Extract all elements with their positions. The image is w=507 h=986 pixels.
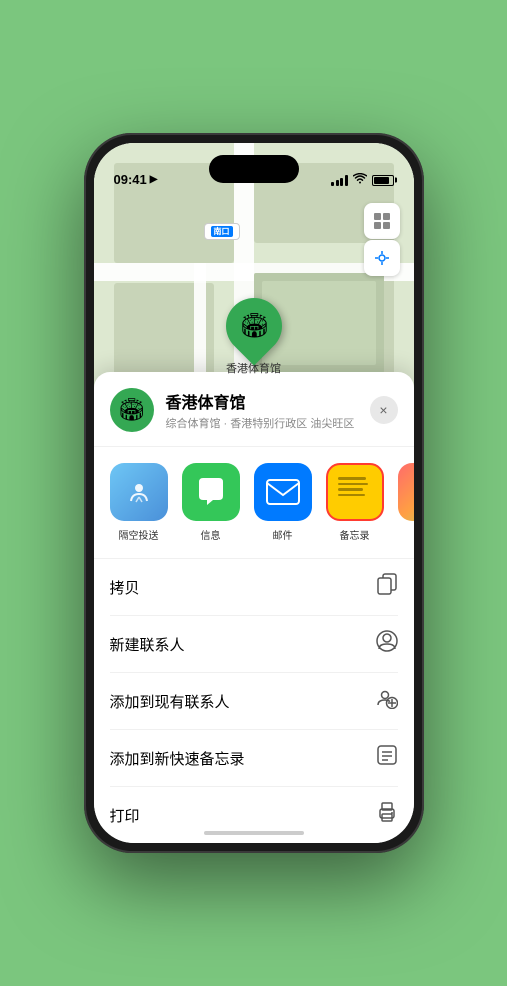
dynamic-island — [209, 155, 299, 183]
map-controls[interactable] — [364, 203, 400, 276]
signal-bars-icon — [331, 175, 348, 186]
more-icon — [398, 463, 414, 521]
copy-label: 拷贝 — [110, 577, 140, 598]
messages-icon — [182, 463, 240, 521]
share-more-item[interactable]: 推 — [398, 463, 414, 542]
notes-icon — [326, 463, 384, 521]
notes-label: 备忘录 — [340, 527, 370, 542]
battery-icon — [372, 175, 394, 186]
time-label: 09:41 — [114, 172, 147, 187]
share-airdrop-item[interactable]: 隔空投送 — [110, 463, 168, 542]
mail-label: 邮件 — [273, 527, 293, 542]
venue-icon: 🏟 — [110, 388, 154, 432]
close-button[interactable]: × — [370, 396, 398, 424]
share-mail-item[interactable]: 邮件 — [254, 463, 312, 542]
airdrop-label: 隔空投送 — [119, 527, 159, 542]
add-existing-label: 添加到现有联系人 — [110, 691, 230, 712]
action-copy[interactable]: 拷贝 — [110, 559, 398, 616]
venue-title: 香港体育馆 — [166, 389, 358, 413]
action-add-quick-note[interactable]: 添加到新快速备忘录 — [110, 730, 398, 787]
add-quick-note-label: 添加到新快速备忘录 — [110, 748, 245, 769]
copy-icon — [376, 573, 398, 601]
add-existing-contact-icon — [376, 687, 398, 715]
share-notes-item[interactable]: 备忘录 — [326, 463, 384, 542]
home-indicator — [204, 831, 304, 835]
venue-description: 综合体育馆 · 香港特别行政区 油尖旺区 — [166, 415, 358, 431]
print-icon — [376, 801, 398, 829]
location-button[interactable] — [364, 240, 400, 276]
quick-note-icon — [376, 744, 398, 772]
messages-label: 信息 — [201, 527, 221, 542]
location-arrow-icon: ▶ — [150, 174, 158, 185]
action-new-contact[interactable]: 新建联系人 — [110, 616, 398, 673]
share-messages-item[interactable]: 信息 — [182, 463, 240, 542]
action-list: 拷贝 新建联系人 — [94, 559, 414, 843]
print-label: 打印 — [110, 805, 140, 826]
new-contact-label: 新建联系人 — [110, 634, 185, 655]
new-contact-icon — [376, 630, 398, 658]
phone-frame: 09:41 ▶ — [84, 133, 424, 853]
map-view-toggle-button[interactable] — [364, 203, 400, 239]
action-add-existing-contact[interactable]: 添加到现有联系人 — [110, 673, 398, 730]
share-row: 隔空投送 信息 — [94, 447, 414, 559]
mail-icon — [254, 463, 312, 521]
location-info: 香港体育馆 综合体育馆 · 香港特别行政区 油尖旺区 — [166, 389, 358, 431]
phone-screen: 09:41 ▶ — [94, 143, 414, 843]
bottom-sheet: 🏟 香港体育馆 综合体育馆 · 香港特别行政区 油尖旺区 × — [94, 372, 414, 843]
location-header: 🏟 香港体育馆 综合体育馆 · 香港特别行政区 油尖旺区 × — [94, 388, 414, 447]
airdrop-icon — [110, 463, 168, 521]
status-icons — [331, 173, 394, 187]
map-location-label: 南口 — [204, 223, 240, 240]
status-time: 09:41 ▶ — [114, 172, 158, 187]
wifi-icon — [353, 173, 367, 187]
location-pin: 🏟 香港体育馆 — [226, 298, 282, 376]
